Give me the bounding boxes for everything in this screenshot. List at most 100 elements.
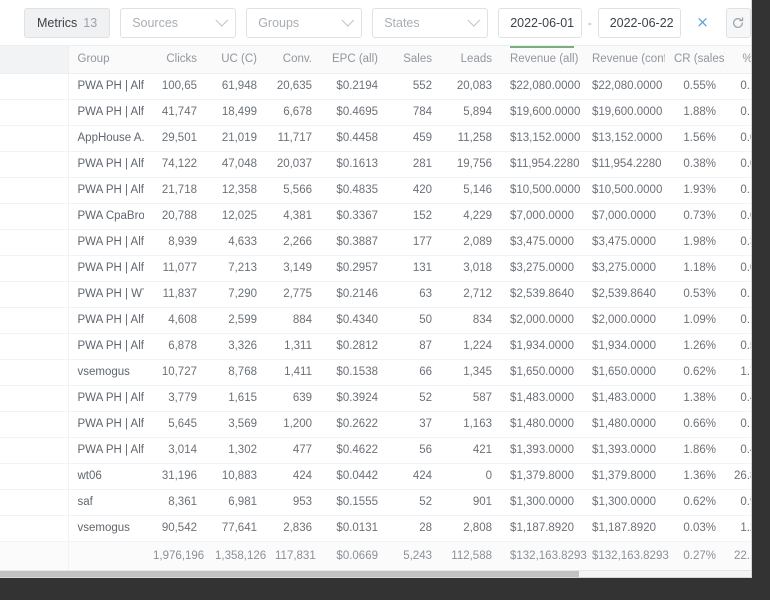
row-gutter <box>0 255 69 282</box>
column-header-epc-all[interactable]: EPC (all) <box>321 46 387 74</box>
table-row[interactable]: vsemogus 90,542 77,641 2,836 $0.0131 28 2,808 $… <box>0 515 751 542</box>
table-row[interactable]: PWA CpaBro 20,788 12,025 4,381 $0.3367 152 4,2… <box>0 203 751 230</box>
cell-pct-bot: 0.96% <box>725 489 751 516</box>
groups-select-label: Groups <box>258 15 300 30</box>
cell-clicks: 41,747 <box>144 99 206 126</box>
cell-uc-c: 10,883 <box>206 463 266 490</box>
table-row[interactable]: PWA PH | Alfa 100,65 61,948 20,635 $0.2194 55… <box>0 73 751 100</box>
cell-clicks: 74,122 <box>144 151 206 178</box>
column-header-conv[interactable]: Conv. <box>266 46 321 74</box>
cell-epc-all: $0.1555 <box>321 489 387 516</box>
clear-filters-icon[interactable]: × <box>691 15 714 30</box>
cell-clicks: 3,014 <box>144 437 206 464</box>
cell-sales: 63 <box>387 281 441 308</box>
cell-pct-bot: 0.06% <box>725 151 751 178</box>
cell-leads: 5,146 <box>441 177 501 204</box>
totals-row: 1,976,196 1,358,126 117,831 $0.0669 5,24… <box>0 540 751 570</box>
column-header-uc-c[interactable]: UC (C) <box>206 46 266 74</box>
date-to-input[interactable]: 2022-06-22 <box>597 7 682 38</box>
cell-revenue-confirmed: $1,187.8920 <box>583 515 665 542</box>
cell-uc-c: 12,025 <box>206 203 266 230</box>
table-row[interactable]: PWA PH | Alfa 74,122 47,048 20,037 $0.1613 28… <box>0 151 751 178</box>
cell-cr-sales: 1.26% <box>665 333 725 360</box>
table-row[interactable]: PWA PH | Alfa 11,077 7,213 3,149 $0.2957 131 3… <box>0 255 751 282</box>
cell-conv: 2,266 <box>266 229 321 256</box>
cell-group: PWA PH | Alfa <box>68 151 144 178</box>
column-header-clicks[interactable]: Clicks <box>144 46 206 74</box>
groups-select[interactable]: Groups <box>246 7 363 38</box>
cell-cr-sales: 1.98% <box>665 229 725 256</box>
cell-leads: 4,229 <box>441 203 501 230</box>
table-row[interactable]: PWA PH | WT 11,837 7,290 2,775 $0.2146 63 2,71… <box>0 281 751 308</box>
column-header-pct-bot[interactable]: % Bot <box>725 46 751 74</box>
column-header-revenue-all[interactable]: Revenue (all) <box>501 46 583 74</box>
cell-cr-sales: 0.62% <box>665 489 725 516</box>
states-select[interactable]: States <box>372 7 489 38</box>
table-row[interactable]: PWA PH | Alfa 8,939 4,633 2,266 $0.3887 177 2,… <box>0 229 751 256</box>
totals-clicks: 1,976,196 <box>144 540 206 570</box>
table-row[interactable]: PWA PH | Alfa 21,718 12,358 5,566 $0.4835 420… <box>0 177 751 204</box>
cell-revenue-all: $2,539.8640 <box>501 281 583 308</box>
metrics-button[interactable]: Metrics 13 <box>24 7 111 38</box>
column-header-leads[interactable]: Leads <box>441 46 501 74</box>
cell-conv: 20,037 <box>266 151 321 178</box>
table-body: PWA PH | Alfa 100,65 61,948 20,635 $0.2194 55… <box>0 73 751 542</box>
column-header-revenue-confirmed[interactable]: Revenue (confir <box>583 46 665 74</box>
cell-revenue-confirmed: $1,300.0000 <box>583 489 665 516</box>
cell-group: vsemogus <box>68 515 144 542</box>
table-row[interactable]: PWA PH | Alfa 6,878 3,326 1,311 $0.2812 87 1,2… <box>0 333 751 360</box>
cell-revenue-all: $1,300.0000 <box>501 489 583 516</box>
cell-uc-c: 7,213 <box>206 255 266 282</box>
cell-cr-sales: 0.73% <box>665 203 725 230</box>
column-header-group[interactable]: Group <box>68 46 144 74</box>
totals-revenue-all: $132,163.8293 <box>501 540 587 570</box>
column-header-gutter[interactable] <box>0 46 69 74</box>
row-gutter <box>0 177 69 204</box>
table-row[interactable]: PWA PH | Alfa 3,779 1,615 639 $0.3924 52 587 $1… <box>0 385 751 412</box>
cell-group: PWA PH | Alfa <box>68 177 144 204</box>
cell-cr-sales: 1.88% <box>665 99 725 126</box>
cell-clicks: 29,501 <box>144 125 206 152</box>
cell-revenue-all: $10,500.0000 <box>501 177 583 204</box>
cell-conv: 1,311 <box>266 333 321 360</box>
table-row[interactable]: PWA PH | Alfa 5,645 3,569 1,200 $0.2622 37 1,1… <box>0 411 751 438</box>
table-row[interactable]: PWA PH | Alfa 4,608 2,599 884 $0.4340 50 834 $2… <box>0 307 751 334</box>
column-header-cr-sales[interactable]: CR (sales) <box>665 46 725 74</box>
cell-group: PWA PH | Alfa <box>68 437 144 464</box>
table-row[interactable]: vsemogus 10,727 8,768 1,411 $0.1538 66 1,345 $1… <box>0 359 751 386</box>
horizontal-scrollbar[interactable] <box>0 570 751 577</box>
cell-epc-all: $0.2812 <box>321 333 387 360</box>
cell-leads: 587 <box>441 385 501 412</box>
data-table-scroll-area[interactable]: Group Clicks UC (C) Conv. EPC (all) Sale… <box>0 46 751 570</box>
date-from-input[interactable]: 2022-06-01 <box>498 7 582 38</box>
cell-revenue-confirmed: $1,483.0000 <box>583 385 665 412</box>
cell-conv: 953 <box>266 489 321 516</box>
cell-epc-all: $0.3887 <box>321 229 387 256</box>
cell-clicks: 21,718 <box>144 177 206 204</box>
cell-clicks: 90,542 <box>144 515 206 542</box>
cell-pct-bot: 0.17% <box>725 99 751 126</box>
cell-group: PWA PH | Alfa <box>68 73 144 100</box>
cell-leads: 2,089 <box>441 229 501 256</box>
cell-conv: 20,635 <box>266 73 321 100</box>
table-row[interactable]: PWA PH | Alfa 41,747 18,499 6,678 $0.4695 784… <box>0 99 751 126</box>
cell-uc-c: 7,290 <box>206 281 266 308</box>
cell-leads: 901 <box>441 489 501 516</box>
metrics-table: Group Clicks UC (C) Conv. EPC (all) Sale… <box>0 46 751 570</box>
column-header-sales[interactable]: Sales <box>387 46 441 74</box>
table-row[interactable]: AppHouse A... 29,501 21,019 11,717 $0.4458 45… <box>0 125 751 152</box>
table-header: Group Clicks UC (C) Conv. EPC (all) Sale… <box>0 46 751 74</box>
cell-revenue-all: $3,275.0000 <box>501 255 583 282</box>
cell-uc-c: 47,048 <box>206 151 266 178</box>
refresh-button[interactable] <box>725 7 751 38</box>
table-row[interactable]: wt06 31,196 10,883 424 $0.0442 424 0 $1,379.800… <box>0 463 751 490</box>
table-row[interactable]: PWA PH | Alfa 3,014 1,302 477 $0.4622 56 421 $1… <box>0 437 751 464</box>
horizontal-scrollbar-thumb[interactable] <box>0 571 580 577</box>
cell-revenue-confirmed: $1,379.8000 <box>583 463 665 490</box>
row-gutter <box>0 125 69 152</box>
sources-select[interactable]: Sources <box>120 7 237 38</box>
cell-revenue-confirmed: $2,000.0000 <box>583 307 665 334</box>
table-row[interactable]: saf 8,361 6,981 953 $0.1555 52 901 $1,300.0000 $… <box>0 489 751 516</box>
cell-revenue-all: $3,475.0000 <box>501 229 583 256</box>
cell-leads: 1,345 <box>441 359 501 386</box>
